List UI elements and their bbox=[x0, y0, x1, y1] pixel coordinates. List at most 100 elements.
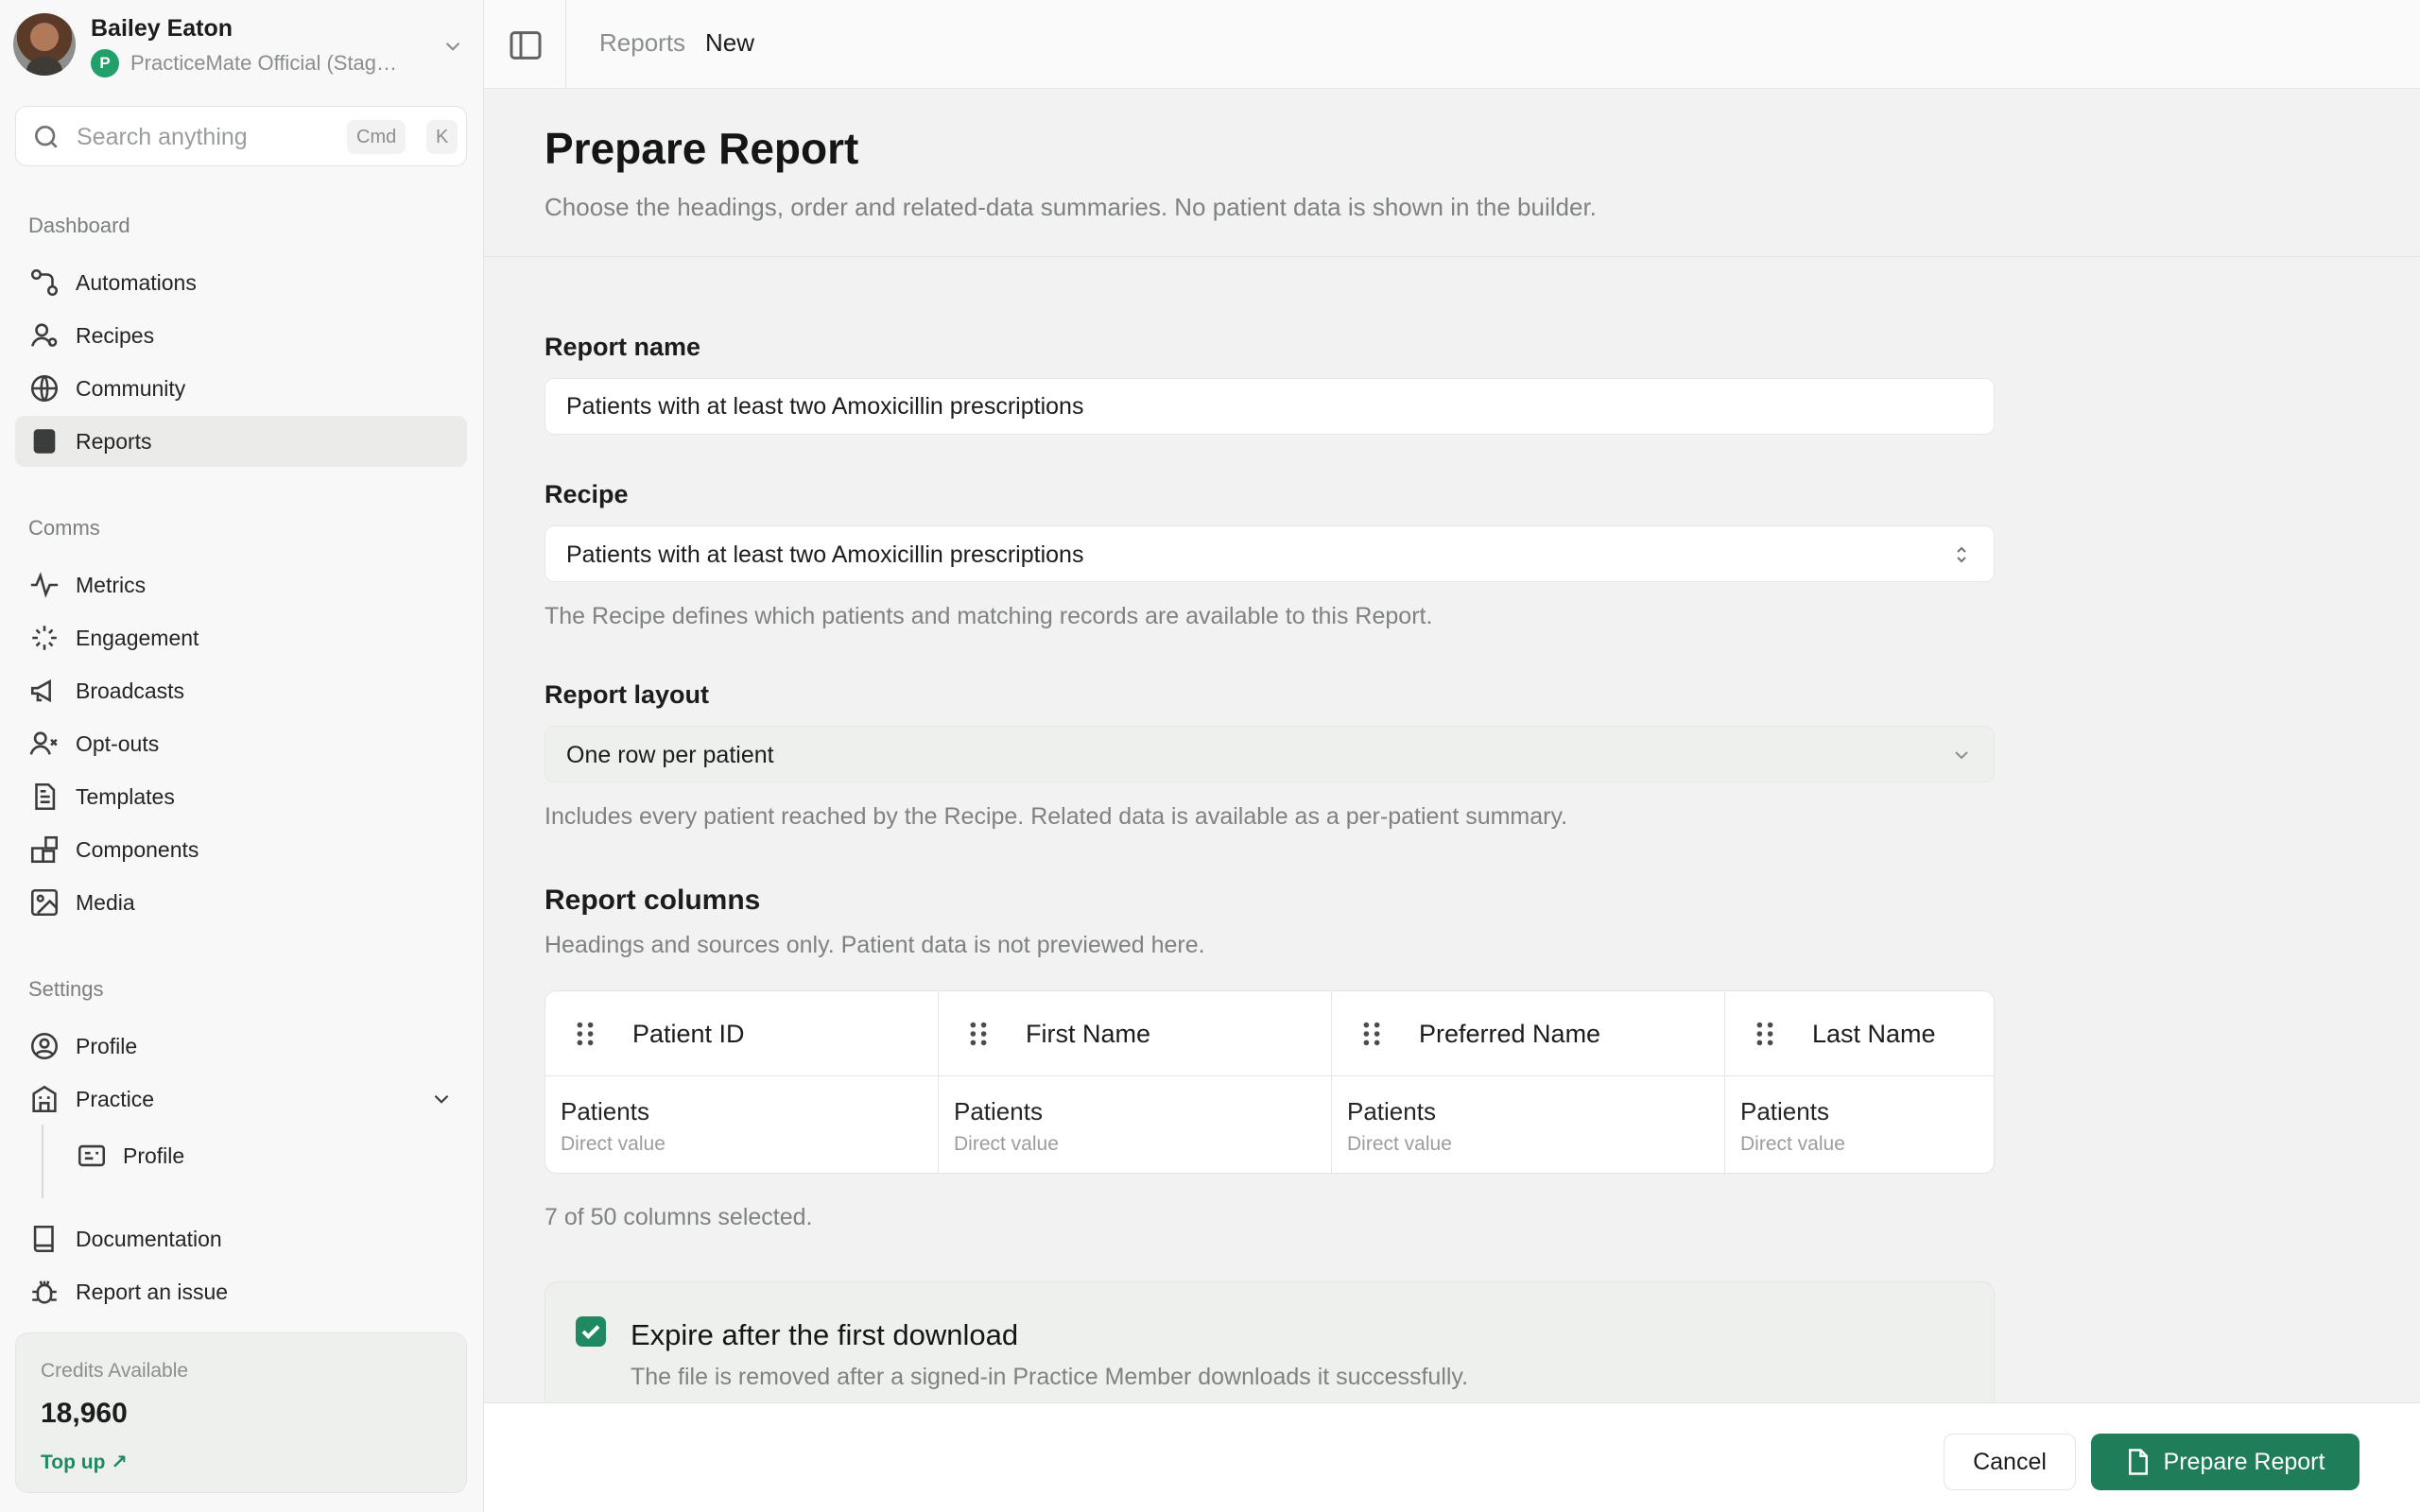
column-title: Patient ID bbox=[632, 1020, 745, 1048]
prepare-report-label: Prepare Report bbox=[2163, 1448, 2325, 1475]
divider bbox=[565, 0, 566, 89]
breadcrumb-current: New bbox=[705, 28, 755, 57]
user-switcher[interactable]: Bailey Eaton P PracticeMate Official (St… bbox=[13, 11, 471, 79]
column-title: Preferred Name bbox=[1419, 1020, 1601, 1048]
top-up-link[interactable]: Top up ↗ bbox=[41, 1451, 128, 1474]
sidebar-item-reports[interactable]: Reports bbox=[15, 416, 467, 467]
chevron-down-icon[interactable] bbox=[441, 34, 465, 59]
column-card[interactable]: Last Name Patients Direct value bbox=[1725, 991, 1994, 1173]
sidebar-item-label: Recipes bbox=[76, 322, 155, 348]
cancel-button[interactable]: Cancel bbox=[1944, 1434, 2076, 1490]
sidebar-item-components[interactable]: Components bbox=[15, 824, 467, 875]
sidebar-item-automations[interactable]: Automations bbox=[15, 257, 467, 308]
nav-section-settings: Settings bbox=[28, 977, 104, 1001]
column-header: Last Name bbox=[1725, 991, 1994, 1076]
column-kind: Direct value bbox=[561, 1133, 666, 1155]
sidebar-item-label: Community bbox=[76, 375, 186, 401]
column-kind: Direct value bbox=[1740, 1133, 1845, 1155]
column-card[interactable]: Preferred Name Patients Direct value bbox=[1332, 991, 1725, 1173]
expire-title: Expire after the first download bbox=[631, 1318, 1019, 1351]
columns-title: Report columns bbox=[544, 885, 761, 916]
column-source: Patients bbox=[954, 1097, 1043, 1125]
sidebar-item-label: Opt-outs bbox=[76, 730, 160, 756]
bug-icon bbox=[32, 1280, 57, 1304]
recipe-select[interactable]: Patients with at least two Amoxicillin p… bbox=[544, 525, 1995, 582]
blocks-icon bbox=[30, 835, 59, 864]
drag-handle-icon[interactable] bbox=[1754, 1020, 1776, 1048]
sidebar-toggle-icon[interactable] bbox=[507, 26, 544, 64]
sidebar-item-templates[interactable]: Templates bbox=[15, 771, 467, 822]
sidebar-item-broadcasts[interactable]: Broadcasts bbox=[15, 665, 467, 716]
column-source: Patients bbox=[561, 1097, 649, 1125]
sidebar-item-label: Media bbox=[76, 889, 135, 915]
drag-handle-icon[interactable] bbox=[1360, 1020, 1383, 1048]
layout-select[interactable]: One row per patient bbox=[544, 726, 1995, 782]
sidebar-subitem-practice-profile[interactable]: Profile bbox=[62, 1130, 467, 1181]
expire-checkbox[interactable] bbox=[576, 1316, 606, 1347]
tree-line bbox=[42, 1125, 43, 1198]
columns-help: Headings and sources only. Patient data … bbox=[544, 932, 1205, 958]
search-input[interactable] bbox=[77, 118, 341, 156]
sidebar-item-media[interactable]: Media bbox=[15, 877, 467, 928]
sidebar-item-engagement[interactable]: Engagement bbox=[15, 612, 467, 663]
sidebar-item-practice[interactable]: Practice bbox=[15, 1074, 467, 1125]
user-name: Bailey Eaton bbox=[91, 15, 233, 42]
user-x-icon bbox=[29, 731, 58, 755]
credits-value: 18,960 bbox=[41, 1398, 128, 1429]
sidebar-item-label: Templates bbox=[76, 783, 175, 809]
automations-icon bbox=[30, 268, 59, 297]
layout-label: Report layout bbox=[544, 680, 710, 709]
action-bar: Cancel Prepare Report bbox=[484, 1402, 2420, 1512]
sidebar-item-opt-outs[interactable]: Opt-outs bbox=[15, 718, 467, 769]
activity-icon bbox=[30, 572, 59, 598]
drag-handle-icon[interactable] bbox=[967, 1020, 990, 1048]
sidebar-item-documentation[interactable]: Documentation bbox=[15, 1213, 467, 1264]
expire-description: The file is removed after a signed-in Pr… bbox=[631, 1364, 1469, 1390]
sidebar-item-label: Practice bbox=[76, 1086, 155, 1111]
sidebar-item-label: Profile bbox=[123, 1143, 185, 1168]
page-title: Prepare Report bbox=[544, 124, 859, 173]
sidebar-item-label: Profile bbox=[76, 1033, 138, 1058]
sidebar-item-label: Metrics bbox=[76, 572, 147, 597]
chevron-up-down-icon bbox=[1957, 546, 1966, 563]
check-icon bbox=[581, 1325, 600, 1340]
reports-icon bbox=[33, 429, 56, 454]
report-form: Report name Recipe Patients with at leas… bbox=[484, 257, 2420, 1433]
columns-count: 7 of 50 columns selected. bbox=[544, 1204, 813, 1230]
sidebar-item-label: Engagement bbox=[76, 625, 199, 650]
column-header: Preferred Name bbox=[1332, 991, 1724, 1076]
search-icon bbox=[35, 126, 58, 148]
document-icon bbox=[2128, 1449, 2148, 1475]
sidebar-item-community[interactable]: Community bbox=[15, 363, 467, 414]
columns-table: Patient ID Patients Direct value First N… bbox=[544, 990, 1995, 1174]
column-card[interactable]: Patient ID Patients Direct value bbox=[545, 991, 939, 1173]
chevron-down-icon[interactable] bbox=[429, 1087, 454, 1111]
column-card[interactable]: First Name Patients Direct value bbox=[939, 991, 1332, 1173]
building-icon bbox=[32, 1085, 57, 1113]
file-text-icon bbox=[35, 782, 56, 811]
sidebar-item-label: Documentation bbox=[76, 1226, 222, 1251]
avatar bbox=[13, 13, 76, 76]
sidebar-item-profile[interactable]: Profile bbox=[15, 1021, 467, 1072]
column-source: Patients bbox=[1347, 1097, 1436, 1125]
megaphone-icon bbox=[30, 679, 51, 703]
practice-badge-icon: P bbox=[91, 49, 119, 77]
sidebar-item-recipes[interactable]: Recipes bbox=[15, 310, 467, 361]
globe-icon bbox=[30, 374, 59, 403]
report-name-input[interactable] bbox=[544, 378, 1995, 435]
nav-section-dashboard: Dashboard bbox=[28, 214, 130, 237]
sidebar-item-label: Components bbox=[76, 836, 199, 862]
drag-handle-icon[interactable] bbox=[574, 1020, 596, 1048]
column-title: First Name bbox=[1026, 1020, 1151, 1048]
sidebar-item-report-issue[interactable]: Report an issue bbox=[15, 1266, 467, 1317]
id-card-icon bbox=[78, 1144, 106, 1167]
sidebar-item-label: Reports bbox=[76, 428, 152, 454]
column-header: First Name bbox=[939, 991, 1331, 1076]
column-header: Patient ID bbox=[545, 991, 938, 1076]
prepare-report-button[interactable]: Prepare Report bbox=[2091, 1434, 2360, 1490]
search-box: Cmd K bbox=[15, 106, 467, 166]
column-source: Patients bbox=[1740, 1097, 1829, 1125]
book-icon bbox=[33, 1225, 54, 1253]
sidebar-item-metrics[interactable]: Metrics bbox=[15, 559, 467, 610]
breadcrumb-parent[interactable]: Reports bbox=[599, 28, 685, 58]
